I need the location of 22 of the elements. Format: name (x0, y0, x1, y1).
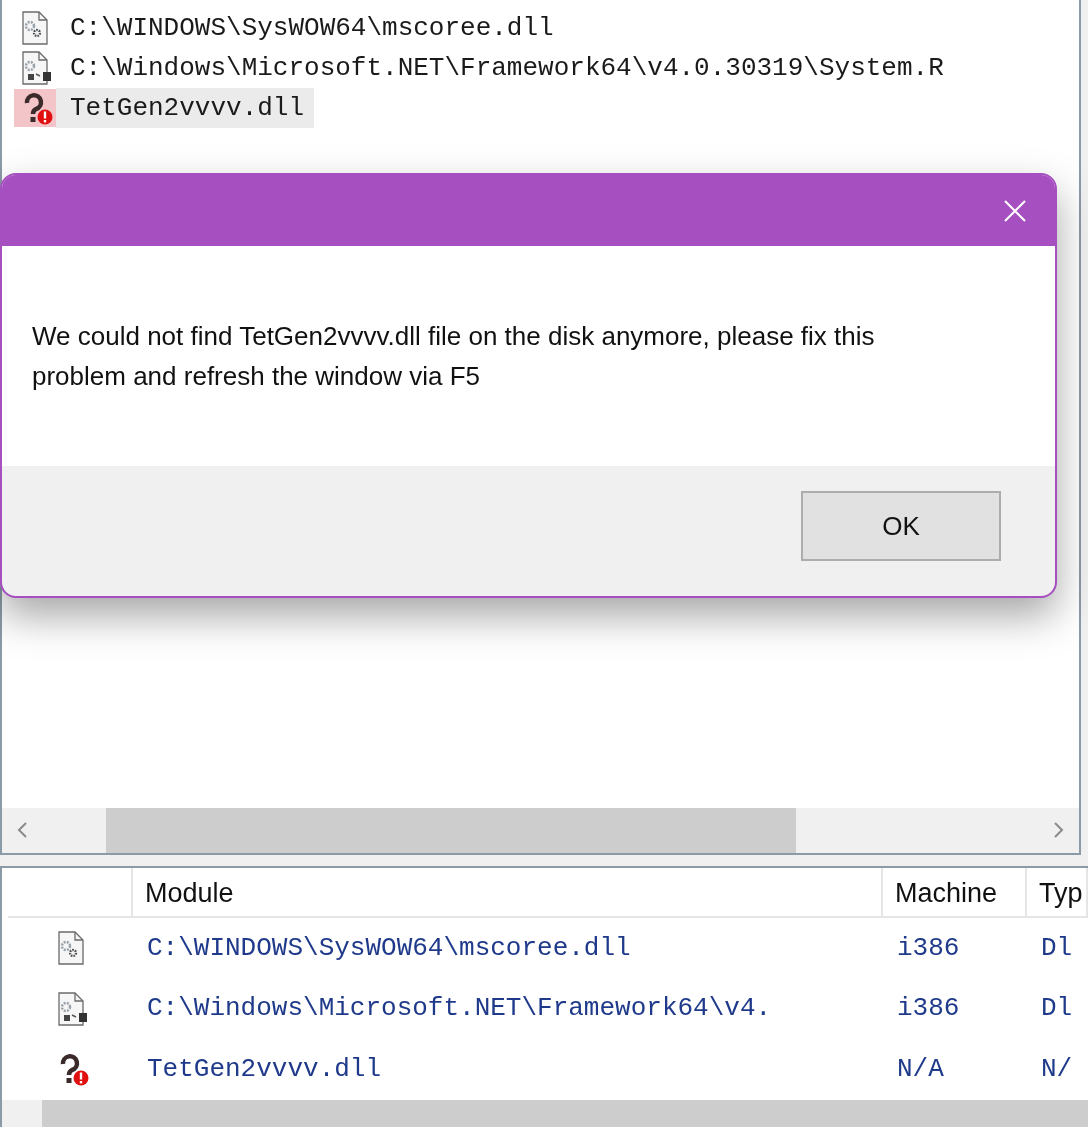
horizontal-scrollbar[interactable] (2, 1099, 1088, 1127)
tree-item[interactable]: C:\Windows\Microsoft.NET\Framework64\v4.0.30319\System.R (56, 48, 954, 88)
ok-button[interactable]: OK (801, 491, 1001, 561)
question-error-icon (14, 89, 56, 127)
table-cell-text: N/ (1040, 1052, 1074, 1086)
tree-item[interactable]: C:\WINDOWS\SysWOW64\mscoree.dll (56, 8, 564, 48)
table-cell-text: i386 (896, 992, 961, 1026)
scroll-thumb[interactable] (106, 808, 796, 853)
table-cell-text: C:\WINDOWS\SysWOW64\mscoree.dll (146, 931, 632, 965)
column-header[interactable]: Typ (1027, 868, 1088, 916)
table-cell-text: i386 (896, 931, 961, 965)
table-cell-text: N/A (896, 1052, 945, 1086)
table-cell-text: TetGen2vvvv.dll (146, 1052, 383, 1086)
dialog-message: We could not find TetGen2vvvv.dll file on the disk anymore, please fix this problem and refresh the window via F5 (32, 320, 876, 393)
close-icon[interactable] (1003, 198, 1027, 223)
column-header[interactable]: Module (133, 868, 883, 916)
tree-item[interactable]: TetGen2vvvv.dll (56, 88, 315, 128)
table-cell-text: C:\Windows\Microsoft.NET\Framework64\v4. (146, 992, 773, 1026)
column-header[interactable]: Machine (883, 868, 1027, 916)
table-cell-text: Dl (1040, 992, 1074, 1026)
table-cell-text: Dl (1040, 931, 1074, 965)
horizontal-scrollbar[interactable] (2, 808, 1079, 853)
